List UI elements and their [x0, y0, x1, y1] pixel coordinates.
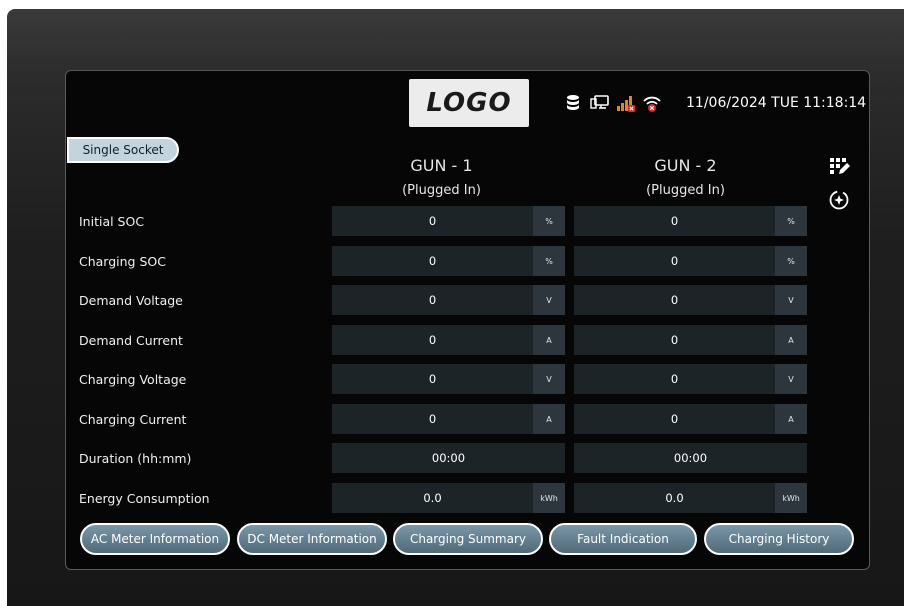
- gun2-value: 0: [670, 214, 679, 228]
- gun1-value-field: 0.0 kWh: [332, 483, 565, 513]
- charging-summary-button[interactable]: Charging Summary: [393, 523, 543, 555]
- gun2-value: 00:00: [673, 451, 708, 465]
- gun-2-header: GUN - 2 (Plugged In): [568, 156, 803, 198]
- gun2-value: 0: [670, 333, 679, 347]
- unit-label: V: [533, 364, 565, 394]
- gun2-value: 0: [670, 412, 679, 426]
- row-label: Demand Voltage: [79, 293, 183, 308]
- gun2-value: 0: [670, 254, 679, 268]
- gun1-value-field: 0V: [332, 285, 565, 315]
- gun2-value-field: 0%: [574, 246, 807, 276]
- keypad-edit-icon[interactable]: [828, 155, 850, 177]
- gun2-value-field: 0.0 kWh: [574, 483, 807, 513]
- gun2-value: 0: [670, 372, 679, 386]
- ac-meter-information-button[interactable]: AC Meter Information: [80, 523, 230, 555]
- row-label: Charging SOC: [79, 254, 166, 269]
- charger-screen: LOGO 11/06/2024 TUE 11:18:14 Single Sock…: [65, 70, 870, 570]
- unit-label: A: [775, 404, 807, 434]
- gun-1-header: GUN - 1 (Plugged In): [324, 156, 559, 198]
- gun-2-title: GUN - 2: [654, 156, 717, 175]
- unit-label: kWh: [533, 483, 565, 513]
- row-label: Charging Current: [79, 412, 187, 427]
- row-label: Duration (hh:mm): [79, 451, 192, 466]
- datetime: 11/06/2024 TUE 11:18:14: [686, 95, 867, 111]
- settings-sparkle-icon[interactable]: [828, 189, 850, 211]
- gun2-value-field: 0V: [574, 285, 807, 315]
- gun-2-status: (Plugged In): [646, 183, 725, 198]
- gun1-value-field: 0A: [332, 325, 565, 355]
- logo-text: LOGO: [426, 88, 512, 118]
- gun2-value-field: 0A: [574, 404, 807, 434]
- unit-label: A: [775, 325, 807, 355]
- fault-indication-button[interactable]: Fault Indication: [549, 523, 697, 555]
- row-label: Energy Consumption: [79, 491, 210, 506]
- row-label: Charging Voltage: [79, 372, 187, 387]
- unit-label: %: [775, 246, 807, 276]
- gun1-value: 0.0: [423, 491, 442, 505]
- signal-bars-disconnected-icon: [616, 94, 635, 112]
- gun2-value-field: 0V: [574, 364, 807, 394]
- gun2-value: 0: [670, 293, 679, 307]
- gun1-value: 00:00: [431, 451, 466, 465]
- gun1-value: 0: [428, 293, 437, 307]
- gun1-value: 0: [428, 412, 437, 426]
- logo: LOGO: [409, 79, 529, 127]
- database-icon: [564, 94, 582, 112]
- row-label: Initial SOC: [79, 214, 145, 229]
- gun1-value-field: 0A: [332, 404, 565, 434]
- unit-label: %: [533, 246, 565, 276]
- gun1-value-field: 0V: [332, 364, 565, 394]
- gun1-value-field: 0%: [332, 206, 565, 236]
- gun2-value-field: 0%: [574, 206, 807, 236]
- charging-history-button[interactable]: Charging History: [704, 523, 854, 555]
- row-label: Demand Current: [79, 333, 183, 348]
- unit-label: V: [775, 364, 807, 394]
- unit-label: %: [775, 206, 807, 236]
- unit-label: A: [533, 325, 565, 355]
- gun1-value: 0: [428, 254, 437, 268]
- gun1-value: 0: [428, 333, 437, 347]
- unit-label: %: [533, 206, 565, 236]
- gun2-value-field: 0A: [574, 325, 807, 355]
- status-bar: [564, 91, 661, 115]
- unit-label: A: [533, 404, 565, 434]
- gun2-value: 0.0: [665, 491, 684, 505]
- unit-label: kWh: [775, 483, 807, 513]
- network-pc-icon: [590, 94, 609, 112]
- dc-meter-information-button[interactable]: DC Meter Information: [237, 523, 387, 555]
- gun1-value-field: 00:00: [332, 443, 565, 473]
- unit-label: V: [775, 285, 807, 315]
- unit-label: V: [533, 285, 565, 315]
- gun2-value-field: 00:00: [574, 443, 807, 473]
- device-bezel: LOGO 11/06/2024 TUE 11:18:14 Single Sock…: [7, 9, 904, 606]
- gun-1-status: (Plugged In): [402, 183, 481, 198]
- gun1-value-field: 0%: [332, 246, 565, 276]
- gun1-value: 0: [428, 372, 437, 386]
- gun1-value: 0: [428, 214, 437, 228]
- wifi-disconnected-icon: [642, 94, 661, 112]
- gun-1-title: GUN - 1: [410, 156, 473, 175]
- single-socket-button[interactable]: Single Socket: [67, 137, 179, 163]
